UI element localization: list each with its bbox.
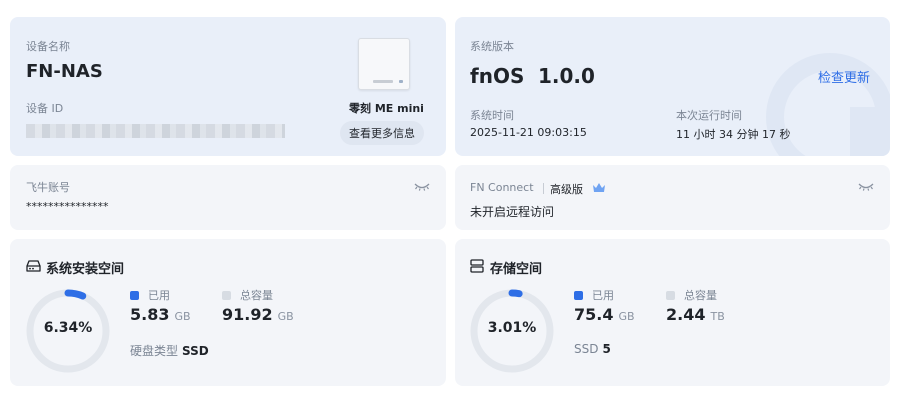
used-value: 75.4 GB [574,305,635,324]
used-number: 75.4 [574,305,614,324]
system-time-label: 系统时间 [470,109,514,122]
storage-space-title: 存储空间 [490,262,543,277]
used-swatch [574,291,583,300]
total-unit: GB [277,310,294,323]
total-value: 2.44 TB [666,305,725,324]
view-more-info-button[interactable]: 查看更多信息 [340,121,424,145]
total-unit: TB [710,310,725,323]
ssd-label: SSD [574,342,599,356]
total-swatch [222,291,231,300]
account-value: *************** [26,200,109,213]
device-model: 零刻 ME mini [349,102,424,115]
check-update-link[interactable]: 检查更新 [818,67,870,86]
disk-type-value: SSD [182,344,209,358]
system-space-card: 系统安装空间 6.34% 已用 5.83 GB 总容量 91.92 GB 硬盘类型 S… [10,239,446,386]
connect-divider [543,183,544,194]
total-swatch [666,291,675,300]
total-label: 总容量 [684,289,717,302]
total-value: 91.92 GB [222,305,294,324]
total-number: 2.44 [666,305,706,324]
total-legend: 总容量 [666,287,717,303]
connect-status: 未开启远程访问 [470,205,555,219]
crown-icon [593,183,605,192]
ssd-count: SSD 5 [574,342,611,356]
ssd-count-value: 5 [602,342,611,356]
account-label: 飞牛账号 [26,181,70,194]
eye-closed-icon[interactable] [858,182,874,192]
fn-connect-card: FN Connect 高级版 未开启远程访问 [455,165,890,230]
used-label: 已用 [148,289,170,302]
version-name: fnOS [470,64,525,88]
system-version-card: 系统版本 fnOS 1.0.0 检查更新 系统时间 2025-11-21 09:… [455,17,890,156]
system-time-value: 2025-11-21 09:03:15 [470,126,587,139]
total-number: 91.92 [222,305,273,324]
disk-type-label: 硬盘类型 [130,344,179,358]
storage-icon [470,259,484,273]
device-id-label: 设备 ID [26,102,64,115]
device-name-label: 设备名称 [26,40,70,53]
total-legend: 总容量 [222,287,273,303]
used-value: 5.83 GB [130,305,191,324]
disk-type: 硬盘类型 SSD [130,342,209,359]
version-number: 1.0.0 [538,64,595,88]
used-unit: GB [618,310,635,323]
used-label: 已用 [592,289,614,302]
eye-closed-icon[interactable] [414,182,430,192]
used-unit: GB [174,310,191,323]
hard-drive-icon [26,260,41,272]
used-legend: 已用 [574,287,614,303]
used-number: 5.83 [130,305,170,324]
device-info-card: 设备名称 FN-NAS 设备 ID 零刻 ME mini 查看更多信息 [10,17,446,156]
account-card: 飞牛账号 *************** [10,165,446,230]
used-swatch [130,291,139,300]
uptime-label: 本次运行时间 [676,109,742,122]
connect-tier: 高级版 [550,183,583,196]
device-name: FN-NAS [26,61,103,82]
total-label: 总容量 [240,289,273,302]
system-usage-percent: 6.34% [43,320,93,336]
uptime-value: 11 小时 34 分钟 17 秒 [676,128,791,141]
storage-space-card: 存储空间 3.01% 已用 75.4 GB 总容量 2.44 TB SSD 5 [455,239,890,386]
version-label: 系统版本 [470,40,514,53]
storage-usage-percent: 3.01% [487,320,537,336]
system-space-title: 系统安装空间 [46,262,125,277]
device-id-value-blurred [26,124,285,138]
device-image [358,38,410,90]
used-legend: 已用 [130,287,170,303]
connect-label: FN Connect [470,181,534,194]
